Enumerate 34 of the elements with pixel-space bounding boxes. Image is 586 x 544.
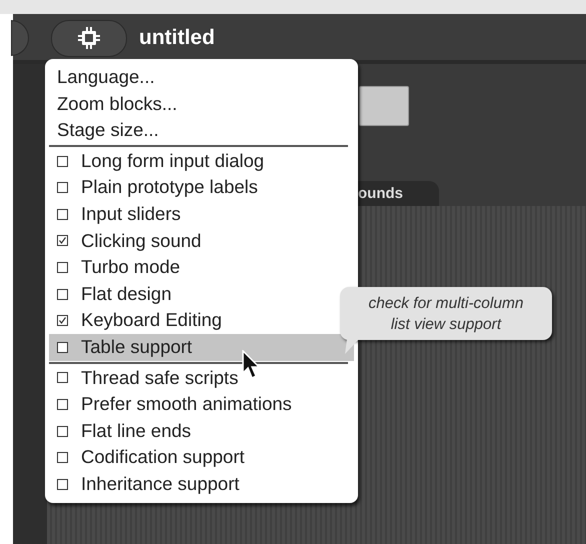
menu-item[interactable]: Input sliders — [45, 200, 358, 228]
menu-item[interactable]: Flat line ends — [45, 418, 358, 444]
menu-item[interactable]: Codification support — [45, 444, 358, 471]
menu-item[interactable]: Zoom blocks... — [45, 90, 358, 118]
sounds-tab[interactable]: ounds — [358, 181, 439, 206]
tooltip-text: list view support — [390, 314, 502, 334]
menu-item[interactable]: Inheritance support — [45, 470, 358, 498]
menu-item-label: Flat design — [81, 282, 172, 306]
menu-item[interactable]: Stage size... — [45, 117, 358, 144]
project-title: untitled — [139, 26, 215, 50]
menu-item[interactable]: Prefer smooth animations — [45, 391, 358, 418]
menu-item-label: Table support — [81, 334, 192, 359]
menu-item-label: Long form input dialog — [81, 148, 264, 173]
menu-item[interactable]: Language... — [45, 64, 358, 91]
menu-item-label: Thread safe scripts — [81, 366, 238, 390]
menu-item[interactable]: Clicking sound — [45, 228, 358, 254]
menu-item[interactable]: Plain prototype labels — [45, 174, 358, 201]
settings-icon — [78, 27, 100, 49]
menu-item[interactable]: Thread safe scripts — [45, 364, 358, 392]
menu-item-label: Prefer smooth animations — [81, 392, 292, 416]
settings-button[interactable] — [51, 20, 127, 56]
tooltip-text: check for multi-column — [368, 294, 524, 314]
menu-item-label: Codification support — [81, 445, 245, 470]
menu-item-label: Inheritance support — [81, 472, 240, 496]
menu-item-label: Keyboard Editing — [81, 308, 222, 332]
menu-item-label: Input sliders — [81, 202, 181, 226]
menu-item-label: Clicking sound — [81, 228, 202, 253]
sprite-button[interactable] — [359, 86, 409, 126]
menu-item-label: Turbo mode — [81, 255, 180, 280]
menu-item[interactable]: Table support — [49, 334, 354, 361]
menu-item-label: Flat line ends — [81, 418, 192, 443]
menu-item[interactable]: Long form input dialog — [45, 148, 358, 174]
menu-item-label: Plain prototype labels — [81, 175, 258, 200]
menu-item[interactable]: Turbo mode — [45, 254, 358, 281]
